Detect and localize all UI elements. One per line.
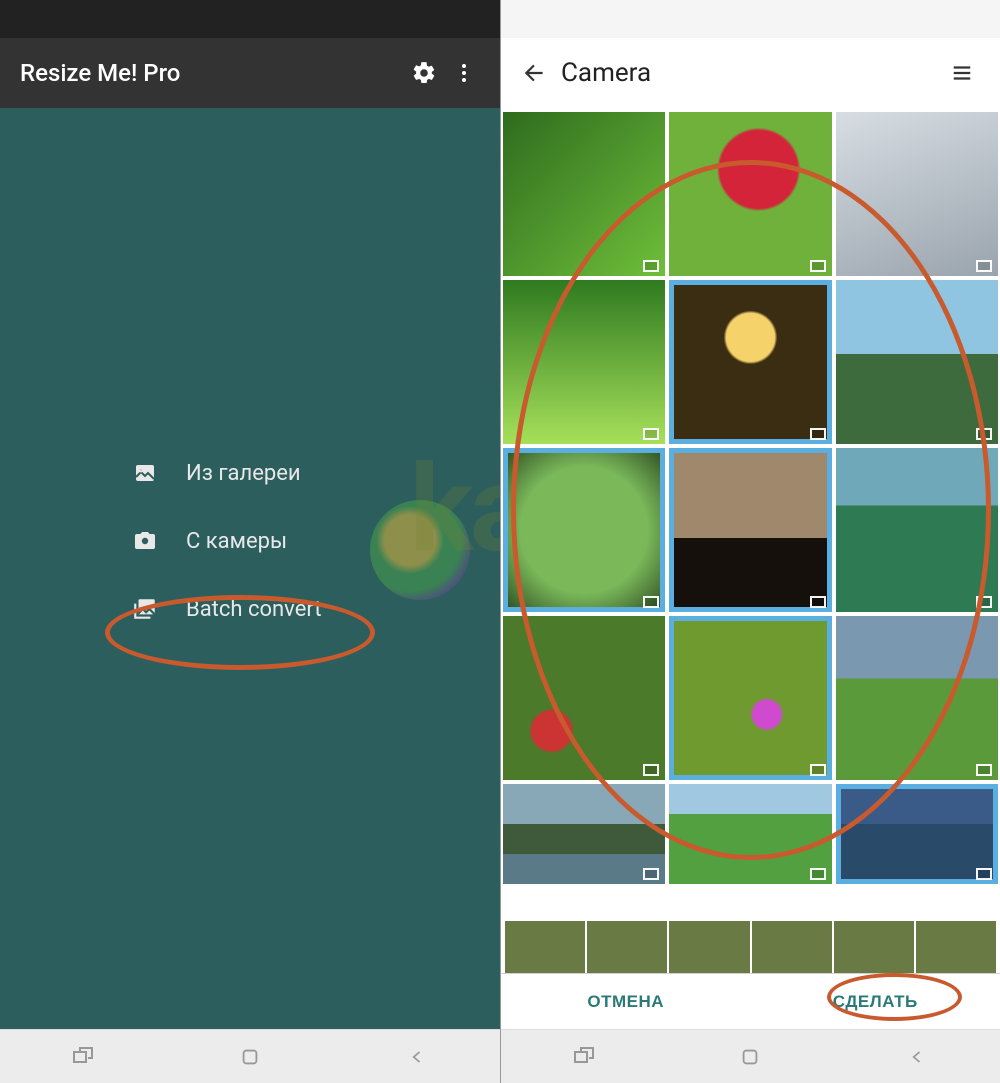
selection-strip[interactable] bbox=[505, 921, 996, 973]
screen-main: Resize Me! Pro ka Из галереи С камеры Ba… bbox=[0, 0, 500, 1083]
app-title: Resize Me! Pro bbox=[20, 59, 404, 87]
hamburger-icon bbox=[949, 62, 975, 84]
landscape-icon bbox=[976, 868, 992, 880]
strip-thumb[interactable] bbox=[916, 921, 996, 973]
photo-thumb[interactable] bbox=[669, 112, 831, 276]
landscape-icon bbox=[643, 764, 659, 776]
photo-grid[interactable] bbox=[501, 110, 1000, 943]
photo-thumb[interactable] bbox=[836, 784, 998, 884]
photo-thumb[interactable] bbox=[503, 280, 665, 444]
menu-label: С камеры bbox=[186, 529, 287, 554]
more-vert-icon bbox=[452, 61, 476, 85]
strip-thumb[interactable] bbox=[669, 921, 749, 973]
photo-thumb[interactable] bbox=[836, 112, 998, 276]
back-button[interactable] bbox=[513, 51, 557, 95]
landscape-icon bbox=[810, 596, 826, 608]
picker-title: Camera bbox=[557, 58, 940, 88]
photo-thumb[interactable] bbox=[836, 616, 998, 780]
status-bar bbox=[501, 0, 1000, 38]
watermark-text: ka bbox=[410, 440, 500, 580]
photo-thumb[interactable] bbox=[669, 280, 831, 444]
arrow-left-icon bbox=[522, 60, 548, 86]
picker-app-bar: Camera bbox=[501, 38, 1000, 108]
system-nav-bar bbox=[501, 1029, 1000, 1083]
landscape-icon bbox=[976, 764, 992, 776]
camera-icon bbox=[130, 528, 160, 554]
system-nav-bar bbox=[0, 1029, 500, 1083]
recents-button[interactable] bbox=[570, 1045, 598, 1069]
watermark-dot bbox=[370, 500, 470, 600]
overflow-button[interactable] bbox=[444, 53, 484, 93]
photo-thumb[interactable] bbox=[503, 448, 665, 612]
menu-from-gallery[interactable]: Из галереи bbox=[130, 460, 322, 486]
app-bar: Resize Me! Pro bbox=[0, 38, 500, 108]
cancel-button[interactable]: ОТМЕНА bbox=[501, 974, 751, 1029]
menu-label: Из галереи bbox=[186, 461, 301, 486]
photo-thumb[interactable] bbox=[836, 448, 998, 612]
picker-buttons: ОТМЕНА СДЕЛАТЬ bbox=[501, 973, 1000, 1029]
strip-thumb[interactable] bbox=[587, 921, 667, 973]
landscape-icon bbox=[810, 260, 826, 272]
back-button[interactable] bbox=[403, 1045, 431, 1069]
photo-thumb[interactable] bbox=[503, 616, 665, 780]
menu-button[interactable] bbox=[940, 51, 984, 95]
back-button[interactable] bbox=[903, 1045, 931, 1069]
recents-button[interactable] bbox=[69, 1045, 97, 1069]
landscape-icon bbox=[976, 428, 992, 440]
photo-thumb[interactable] bbox=[669, 616, 831, 780]
landscape-icon bbox=[976, 260, 992, 272]
photo-thumb[interactable] bbox=[503, 112, 665, 276]
landscape-icon bbox=[643, 260, 659, 272]
settings-button[interactable] bbox=[404, 53, 444, 93]
photo-thumb[interactable] bbox=[669, 448, 831, 612]
home-button[interactable] bbox=[736, 1045, 764, 1069]
status-bar bbox=[0, 0, 500, 38]
landscape-icon bbox=[810, 868, 826, 880]
image-icon bbox=[130, 460, 160, 486]
annotation-oval-batch bbox=[105, 595, 375, 670]
landscape-icon bbox=[810, 764, 826, 776]
confirm-button[interactable]: СДЕЛАТЬ bbox=[751, 974, 1000, 1029]
menu-from-camera[interactable]: С камеры bbox=[130, 528, 322, 554]
home-button[interactable] bbox=[236, 1045, 264, 1069]
landscape-icon bbox=[976, 596, 992, 608]
photo-thumb[interactable] bbox=[836, 280, 998, 444]
strip-thumb[interactable] bbox=[834, 921, 914, 973]
landscape-icon bbox=[810, 428, 826, 440]
strip-thumb[interactable] bbox=[752, 921, 832, 973]
photo-thumb[interactable] bbox=[503, 784, 665, 884]
screen-picker: Camera ОТМЕНА СДЕЛАТЬ bbox=[500, 0, 1000, 1083]
gear-icon bbox=[411, 60, 437, 86]
landscape-icon bbox=[643, 428, 659, 440]
photo-thumb[interactable] bbox=[669, 784, 831, 884]
landscape-icon bbox=[643, 868, 659, 880]
landscape-icon bbox=[643, 596, 659, 608]
strip-thumb[interactable] bbox=[505, 921, 585, 973]
